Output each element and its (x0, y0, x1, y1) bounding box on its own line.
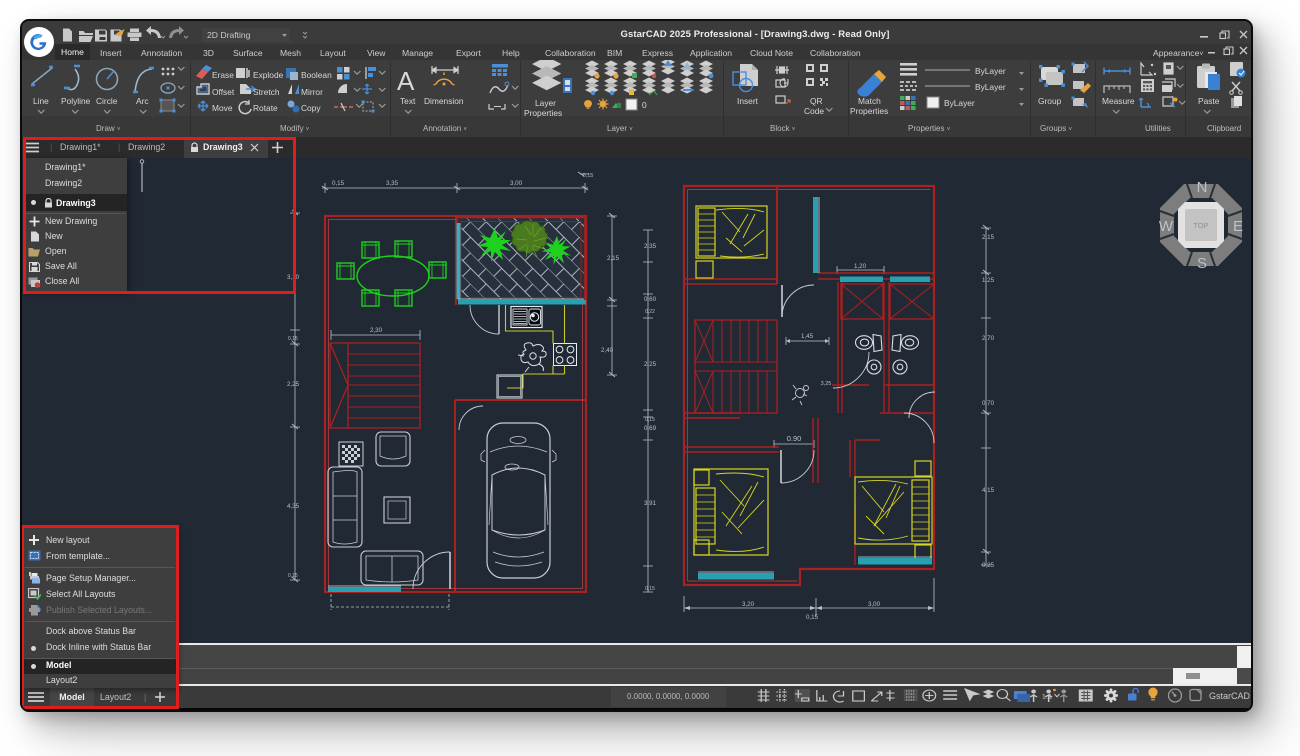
svg-text:Insert: Insert (737, 96, 759, 106)
svg-text:N: N (1197, 179, 1208, 196)
svg-text:2D Drafting: 2D Drafting (207, 30, 251, 40)
svg-text:Line: Line (33, 96, 49, 106)
svg-text:3,00: 3,00 (510, 180, 523, 187)
svg-text:0: 0 (642, 100, 647, 110)
svg-text:2,70: 2,70 (982, 335, 995, 342)
svg-text:2,40: 2,40 (601, 347, 614, 354)
svg-text:2,30: 2,30 (370, 327, 383, 334)
svg-text:4,35: 4,35 (287, 503, 300, 510)
svg-text:S: S (1197, 255, 1207, 272)
svg-text:3,91: 3,91 (644, 500, 657, 507)
svg-text:0,69: 0,69 (644, 425, 657, 432)
svg-text:E: E (1233, 218, 1243, 235)
svg-text:0,70: 0,70 (982, 400, 995, 407)
svg-text:Boolean: Boolean (301, 70, 332, 80)
svg-text:3,20: 3,20 (742, 601, 755, 608)
svg-text:Stretch: Stretch (253, 87, 280, 97)
svg-text:1:1: 1:1 (1042, 694, 1053, 700)
svg-text:0,15: 0,15 (332, 180, 345, 187)
svg-text:3,25: 3,25 (821, 381, 832, 387)
svg-text:Circle: Circle (96, 96, 118, 106)
svg-text:Code: Code (804, 106, 824, 116)
svg-text:W: W (1159, 218, 1174, 235)
svg-text:Group: Group (1038, 96, 1062, 106)
svg-text:2,15: 2,15 (607, 255, 620, 262)
svg-text:0,60: 0,60 (644, 296, 657, 303)
svg-text:A: A (397, 66, 415, 96)
svg-text:Explode: Explode (253, 70, 284, 80)
svg-text:0,15: 0,15 (288, 573, 298, 579)
svg-text:Dimension: Dimension (424, 96, 464, 106)
svg-text:2,15: 2,15 (982, 234, 995, 241)
svg-text:Text: Text (400, 96, 416, 106)
svg-text:Mirror: Mirror (301, 87, 323, 97)
svg-text:ByLayer: ByLayer (975, 66, 1006, 76)
svg-text:Properties: Properties (524, 108, 562, 118)
svg-text:1,45: 1,45 (801, 333, 814, 340)
svg-text:ByLayer: ByLayer (975, 82, 1006, 92)
svg-text:3,00: 3,00 (868, 601, 881, 608)
svg-text:0,22: 0,22 (645, 309, 655, 315)
svg-text:3,35: 3,35 (386, 180, 399, 187)
svg-text:0,15: 0,15 (288, 336, 298, 342)
svg-text:Match: Match (858, 96, 881, 106)
svg-text:Copy: Copy (301, 103, 321, 113)
svg-text:Arc: Arc (136, 96, 149, 106)
svg-text:TOP: TOP (1193, 221, 1208, 230)
svg-text:Erase: Erase (212, 70, 234, 80)
svg-text:Layer: Layer (535, 98, 556, 108)
svg-text:0,25: 0,25 (982, 562, 995, 569)
svg-text:2,25: 2,25 (287, 381, 300, 388)
svg-text:QR: QR (810, 96, 823, 106)
svg-text:Rotate: Rotate (253, 103, 278, 113)
svg-text:Measure: Measure (1102, 96, 1135, 106)
svg-text:0,15: 0,15 (806, 614, 819, 621)
svg-text:Offset: Offset (212, 87, 235, 97)
svg-text:Move: Move (212, 103, 233, 113)
svg-text:ByLayer: ByLayer (944, 98, 975, 108)
svg-text:Paste: Paste (1198, 96, 1220, 106)
svg-text:1,25: 1,25 (982, 277, 995, 284)
svg-text:4,15: 4,15 (982, 487, 995, 494)
svg-text:0,15: 0,15 (645, 586, 655, 592)
svg-text:1,20: 1,20 (854, 263, 867, 270)
svg-text:0,15: 0,15 (583, 173, 594, 179)
svg-text:0.90: 0.90 (787, 434, 802, 443)
svg-text:0,15: 0,15 (645, 417, 655, 423)
svg-text:Properties: Properties (850, 106, 888, 116)
svg-text:2,35: 2,35 (644, 243, 657, 250)
svg-text:2,25: 2,25 (644, 361, 657, 368)
svg-text:Polyline: Polyline (61, 96, 91, 106)
